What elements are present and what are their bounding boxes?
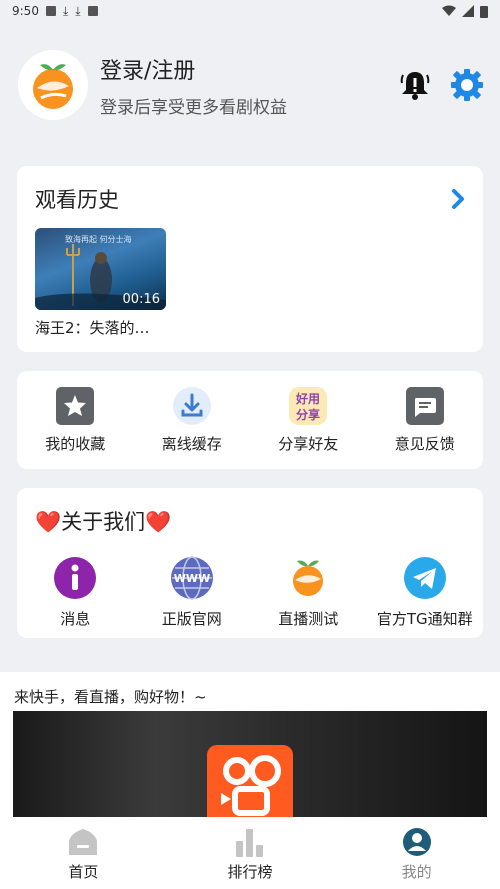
gear-icon[interactable] [450,68,484,102]
telegram-group-button[interactable]: 官方TG通知群 [367,556,484,629]
promo-title: 来快手，看直播，购好物！~ [14,688,207,706]
tab-mine[interactable]: 我的 [333,817,500,889]
share-friends-button[interactable]: 好用 分享 分享好友 [250,387,367,454]
favorites-label: 我的收藏 [45,435,106,453]
svg-text:分享: 分享 [296,407,320,422]
chevron-right-icon[interactable] [451,189,465,209]
download-notify-icon: ⤓ [62,3,69,18]
bell-icon[interactable] [400,69,430,101]
live-test-button[interactable]: 直播测试 [250,556,367,629]
feedback-label: 意见反馈 [394,435,455,453]
kuaishou-logo-icon [207,745,293,817]
status-bar: 9:50 ⤓ ⤓ [0,0,500,22]
feedback-icon [405,387,444,425]
official-site-label: 正版官网 [161,610,222,628]
app-notify-icon [87,6,98,16]
tab-home[interactable]: 首页 [0,817,167,889]
features-card: 我的收藏 离线缓存 好用 分享 分享好友 意见反馈 [17,371,483,469]
video-duration: 00:16 [122,292,160,307]
feedback-button[interactable]: 意见反馈 [367,387,484,454]
star-icon [56,387,95,425]
login-hint: 登录后享受更多看剧权益 [100,97,287,118]
tab-ranking-label: 排行榜 [227,863,273,881]
orange-logo-icon [33,64,73,109]
share-friends-label: 分享好友 [278,435,339,453]
messages-label: 消息 [60,610,91,628]
tab-ranking[interactable]: 排行榜 [167,817,334,889]
about-us-card: ❤️关于我们❤️ 消息 WWW 正版官网 直播测试 官方TG通知群 [17,488,483,638]
promo-banner[interactable] [13,711,487,817]
download-notify-icon: ⤓ [75,3,81,18]
svg-text:WWW: WWW [174,572,210,585]
home-icon [69,829,98,855]
official-site-button[interactable]: WWW 正版官网 [134,556,251,629]
login-register-link[interactable]: 登录/注册 [100,53,400,85]
battery-icon [480,5,488,18]
download-icon [172,387,211,425]
watch-history-title: 观看历史 [35,188,119,212]
orange-logo-icon [293,560,324,596]
share-icon: 好用 分享 [289,387,328,425]
avatar[interactable] [18,50,88,120]
telegram-group-label: 官方TG通知群 [376,610,473,628]
status-time: 9:50 [12,4,39,18]
about-us-title: ❤️关于我们❤️ [35,510,172,534]
tab-mine-label: 我的 [401,863,432,881]
watch-history-card: 观看历史 致海再起 何分士海 00:16 海王2：失落的… [17,166,483,352]
ranking-icon [236,829,263,857]
history-video-title[interactable]: 海王2：失落的… [35,317,150,338]
profile-icon [402,828,431,856]
svg-text:好用: 好用 [295,391,320,406]
profile-header[interactable]: 登录/注册 登录后享受更多看剧权益 [18,48,488,122]
telegram-icon [403,557,446,599]
bottom-tab-bar: 首页 排行榜 我的 [0,817,500,889]
gallery-icon [45,6,56,16]
offline-cache-button[interactable]: 离线缓存 [134,387,251,454]
offline-cache-label: 离线缓存 [161,435,222,453]
history-video-thumbnail[interactable]: 致海再起 何分士海 00:16 [35,228,166,310]
tab-home-label: 首页 [68,863,99,881]
favorites-button[interactable]: 我的收藏 [17,387,134,454]
info-icon [54,557,97,599]
www-globe-icon: WWW [170,556,213,600]
promo-section: 来快手，看直播，购好物！~ [0,672,500,817]
messages-button[interactable]: 消息 [17,556,134,629]
live-test-label: 直播测试 [278,610,339,628]
signal-icon [462,5,474,17]
wifi-icon [442,5,456,16]
